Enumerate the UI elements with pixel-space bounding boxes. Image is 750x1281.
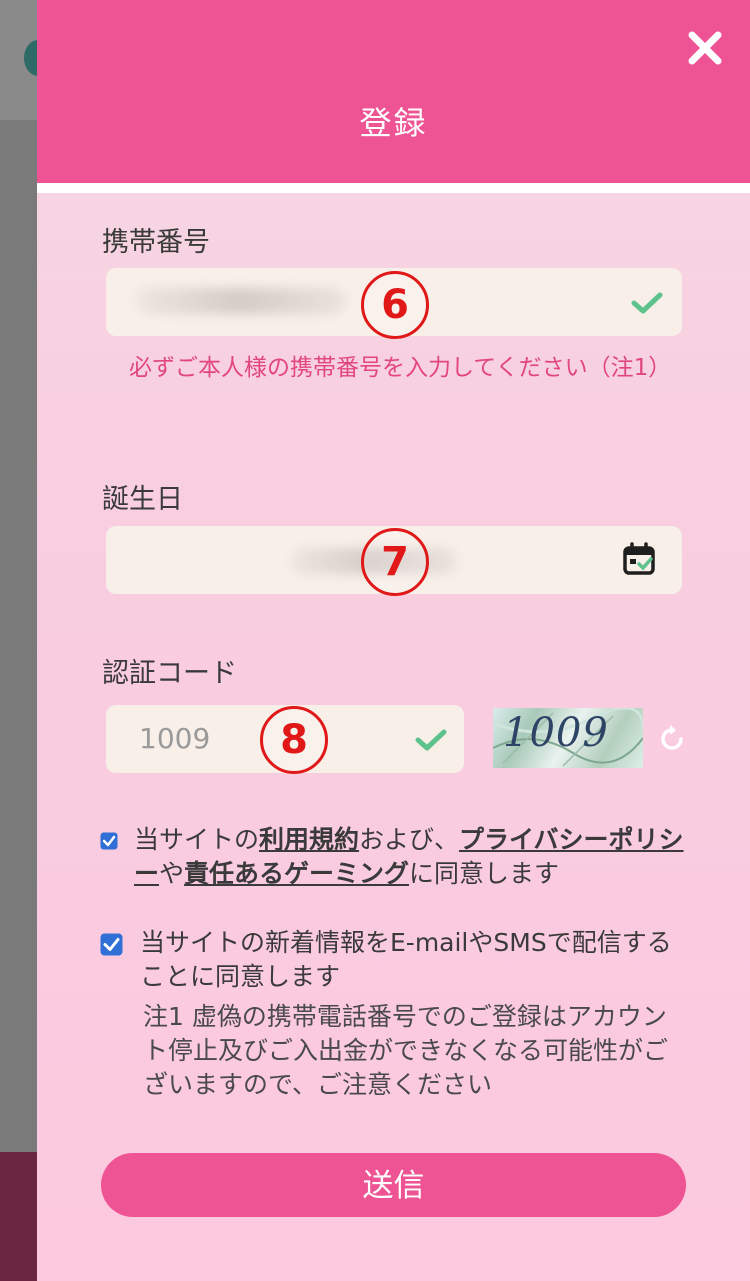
newsletter-agreement: 当サイトの新着情報をE-mailやSMSで配信することに同意します <box>140 928 672 991</box>
modal-title: 登録 <box>359 104 428 142</box>
captcha-image-text: 1009 <box>503 710 609 756</box>
backdrop-overlay <box>0 120 38 1152</box>
newsletter-checkbox[interactable] <box>100 933 123 956</box>
refresh-icon[interactable] <box>657 724 687 754</box>
captcha-label: 認証コード <box>102 658 237 689</box>
phone-note: 必ずご本人様の携帯番号を入力してください（注1） <box>129 355 672 381</box>
close-icon[interactable] <box>685 28 725 68</box>
captcha-image: 1009 <box>493 708 643 768</box>
terms-checkbox[interactable] <box>100 832 118 850</box>
registration-modal: 登録 携帯番号 6 必ずご本人様の携帯番号を入力してください（注1） 誕生日 7… <box>37 0 750 1281</box>
terms-agreement: 当サイトの利用規約および、プライバシーポリシーや責任あるゲーミングに同意します <box>134 823 694 891</box>
step-marker-8: 8 <box>260 706 328 774</box>
terms-mid1: および、 <box>359 825 460 854</box>
submit-button[interactable]: 送信 <box>101 1153 686 1217</box>
responsible-gaming-link[interactable]: 責任あるゲーミング <box>184 859 409 888</box>
calendar-icon[interactable] <box>622 542 656 576</box>
step-marker-6: 6 <box>361 271 429 339</box>
header-divider <box>37 183 750 193</box>
captcha-value: 1009 <box>139 722 211 755</box>
phone-check-icon <box>631 292 663 314</box>
phone-label: 携帯番号 <box>102 227 210 258</box>
terms-link[interactable]: 利用規約 <box>259 825 359 854</box>
terms-mid2: や <box>159 859 185 888</box>
phone-value-redacted <box>136 288 346 314</box>
step-marker-7: 7 <box>361 528 429 596</box>
terms-prefix: 当サイトの <box>134 825 260 854</box>
captcha-check-icon <box>415 729 447 751</box>
backdrop-footer-bar <box>0 1152 38 1281</box>
birthday-label: 誕生日 <box>102 484 183 515</box>
modal-header <box>37 0 750 183</box>
footnote: 注1 虚偽の携帯電話番号でのご登録はアカウント停止及びご入出金ができなくなる可能… <box>143 1002 669 1099</box>
terms-suffix: に同意します <box>409 859 560 888</box>
